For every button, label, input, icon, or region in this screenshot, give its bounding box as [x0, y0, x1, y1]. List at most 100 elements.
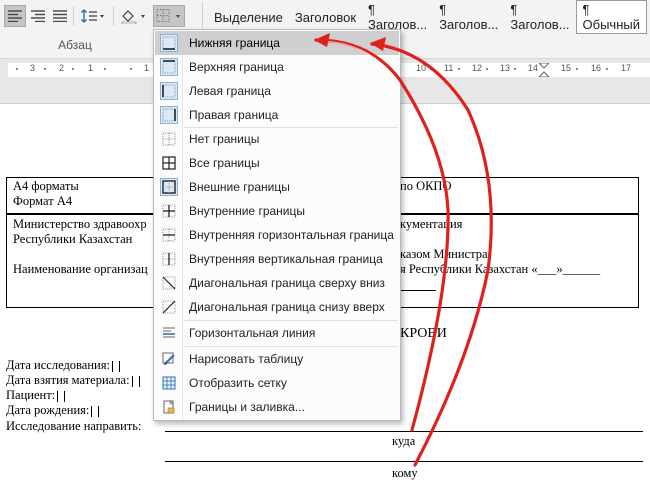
menu-item-view-gridlines[interactable]: Отобразить сетку [155, 371, 399, 395]
ruler-number: 10 [416, 63, 427, 73]
doc-text-ministry: Министерство здравоохр [13, 217, 147, 231]
doc-text-republic-date: я Республики Казахстан «___»______ [400, 262, 601, 276]
outside-borders-icon [155, 175, 183, 199]
ruler-tick [514, 68, 516, 70]
top-border-icon [155, 55, 183, 79]
text-cursor-icon [111, 360, 120, 372]
ruler-number: 13 [500, 63, 511, 73]
doc-line-whom [165, 461, 643, 462]
ruler-tick [72, 68, 74, 70]
menu-item-outside-borders[interactable]: Внешние границы [155, 175, 399, 199]
paragraph-group-label: Абзац [58, 38, 92, 52]
all-borders-icon [155, 151, 183, 175]
menu-item-inside-horizontal[interactable]: Внутренняя горизонтальная граница [155, 223, 399, 247]
bottom-border-icon [155, 31, 183, 55]
menu-item-all-borders[interactable]: Все границы [155, 151, 399, 175]
text-cursor-icon [91, 405, 100, 417]
menu-item-label: Левая граница [189, 84, 271, 98]
horizontal-line-icon [155, 321, 183, 345]
doc-text-okpo: по ОКПО [400, 179, 452, 193]
doc-field-sample-date: Дата взятия материала: [6, 373, 140, 388]
menu-item-diagonal-down[interactable]: Диагональная граница сверху вниз [155, 271, 399, 295]
menu-item-right-border[interactable]: Правая граница [155, 103, 399, 127]
ribbon-separator [113, 6, 114, 26]
text-cursor-icon [131, 375, 140, 387]
justify-button[interactable] [50, 5, 70, 27]
ruler-number: 1 [144, 63, 150, 73]
align-left-button[interactable] [4, 5, 26, 27]
style-normal[interactable]: ¶ Обычный [575, 0, 647, 34]
ruler-tick [458, 68, 460, 70]
ribbon-separator [73, 6, 74, 26]
menu-item-borders-shading[interactable]: Границы и заливка... [155, 395, 399, 419]
shading-button[interactable] [118, 5, 150, 27]
doc-field-send-to: Исследование направить: [6, 419, 142, 433]
doc-text-org-name: Наименование организац [13, 262, 148, 276]
ruler-tick [430, 68, 432, 70]
doc-underline [398, 290, 436, 291]
paint-bucket-icon [121, 10, 145, 24]
ruler-number: 1 [88, 63, 94, 73]
ruler-number: 16 [591, 63, 602, 73]
menu-item-label: Верхняя граница [189, 60, 284, 74]
indent-marker-icon[interactable] [538, 63, 550, 77]
menu-item-label: Внутренняя вертикальная граница [189, 252, 383, 266]
align-right-button[interactable] [28, 5, 48, 27]
field-label: Дата взятия материала: [6, 373, 130, 387]
field-label: Дата рождения: [6, 403, 90, 417]
doc-field-study-date: Дата исследования: [6, 358, 120, 373]
menu-item-draw-table[interactable]: Нарисовать таблицу [155, 347, 399, 371]
menu-item-top-border[interactable]: Верхняя граница [155, 55, 399, 79]
diagonal-down-border-icon [155, 271, 183, 295]
ruler-tick [486, 68, 488, 70]
doc-field-birth-date: Дата рождения: [6, 403, 100, 418]
menu-item-label: Правая граница [189, 108, 279, 122]
borders-shading-icon [155, 395, 183, 419]
menu-item-label: Отобразить сетку [189, 376, 287, 390]
style-heading-3[interactable]: ¶ Заголов... [504, 0, 575, 34]
ruler-tick [606, 68, 608, 70]
ruler-number: 15 [561, 63, 572, 73]
ruler-number: 2 [59, 63, 65, 73]
doc-caption-where: куда [392, 434, 416, 448]
menu-item-label: Диагональная граница снизу вверх [189, 300, 385, 314]
doc-text-republic: Республики Казахстан [13, 232, 133, 246]
doc-text-documentation: кументация [400, 217, 463, 231]
ruler-tick [104, 68, 106, 70]
menu-item-label: Горизонтальная линия [189, 326, 316, 340]
text-cursor-icon [57, 390, 66, 402]
menu-item-left-border[interactable]: Левая граница [155, 79, 399, 103]
menu-item-inside-vertical[interactable]: Внутренняя вертикальная граница [155, 247, 399, 271]
doc-heading-blood: КРОВИ [400, 326, 447, 341]
menu-item-label: Нет границы [189, 132, 260, 146]
menu-item-bottom-border[interactable]: Нижняя граница [155, 31, 399, 55]
doc-text-format: А4 форматы [13, 179, 79, 193]
ruler-number: 11 [444, 63, 454, 73]
line-spacing-button[interactable] [78, 5, 108, 27]
left-border-icon [155, 79, 183, 103]
menu-item-horizontal-line[interactable]: Горизонтальная линия [155, 321, 399, 345]
ruler-tick [16, 68, 18, 70]
no-border-icon [155, 127, 183, 151]
align-right-icon [31, 10, 45, 22]
menu-item-label: Внешние границы [189, 180, 290, 194]
justify-icon [53, 10, 67, 22]
doc-line-where [165, 431, 643, 432]
doc-field-patient: Пациент: [6, 388, 66, 403]
border-grid-icon [156, 9, 180, 22]
diagonal-up-border-icon [155, 295, 183, 319]
field-label: Дата исследования: [6, 358, 110, 372]
line-spacing-icon [81, 9, 104, 23]
draw-table-icon [155, 347, 183, 371]
doc-text-order: казом Министра [400, 247, 488, 261]
doc-text-format-ru: Формат А4 [13, 194, 73, 208]
view-gridlines-icon [155, 371, 183, 395]
inside-horizontal-border-icon [155, 223, 183, 247]
style-heading-2[interactable]: ¶ Заголов... [433, 0, 504, 34]
menu-item-label: Все границы [189, 156, 260, 170]
doc-caption-whom: кому [392, 466, 418, 480]
menu-item-no-border[interactable]: Нет границы [155, 127, 399, 151]
borders-button[interactable] [153, 5, 185, 27]
menu-item-inside-borders[interactable]: Внутренние границы [155, 199, 399, 223]
menu-item-diagonal-up[interactable]: Диагональная граница снизу вверх [155, 295, 399, 319]
